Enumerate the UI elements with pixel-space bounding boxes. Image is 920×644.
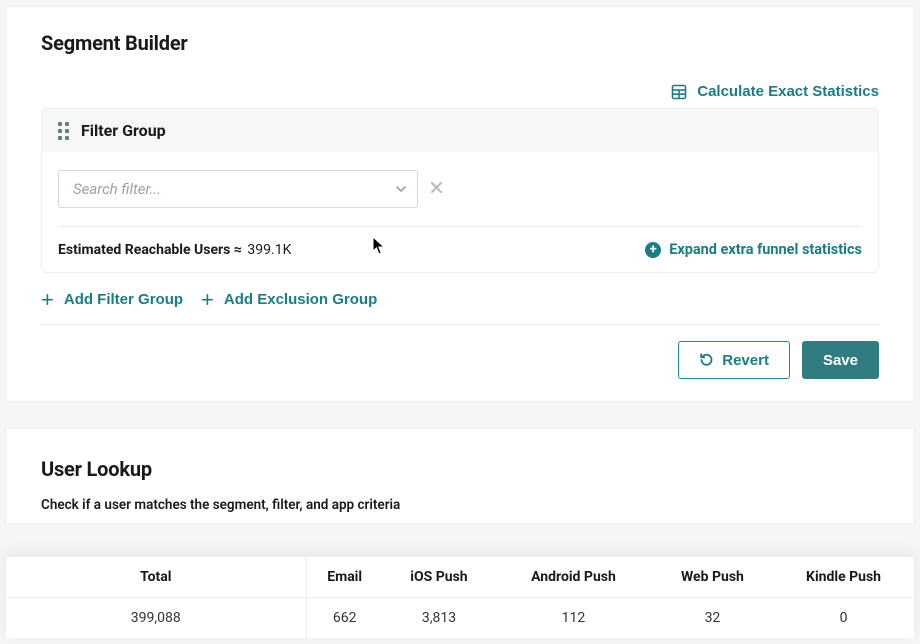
chevron-down-icon: [395, 180, 407, 199]
user-lookup-subtitle: Check if a user matches the segment, fil…: [41, 497, 879, 513]
col-total: Total: [6, 557, 306, 598]
calculator-icon: [671, 84, 687, 100]
search-filter-select[interactable]: Search filter...: [58, 170, 418, 208]
undo-icon: [699, 351, 714, 370]
col-web-push: Web Push: [652, 557, 773, 598]
val-email: 662: [306, 598, 383, 639]
revert-label: Revert: [722, 352, 769, 369]
add-row: + Add Filter Group + Add Exclusion Group: [41, 291, 879, 325]
col-android-push: Android Push: [495, 557, 652, 598]
val-kindle-push: 0: [773, 598, 914, 639]
add-filter-group-button[interactable]: + Add Filter Group: [41, 291, 183, 308]
plus-icon: +: [41, 292, 54, 307]
page-title: Segment Builder: [41, 31, 879, 55]
plus-circle-icon: +: [645, 242, 661, 258]
drag-handle-icon[interactable]: [58, 122, 69, 140]
add-exclusion-group-button[interactable]: + Add Exclusion Group: [201, 291, 377, 308]
filter-group: Filter Group Search filter... Estimated …: [41, 108, 879, 273]
calculate-stats-button[interactable]: Calculate Exact Statistics: [671, 83, 879, 100]
add-exclusion-group-label: Add Exclusion Group: [224, 291, 377, 308]
val-ios-push: 3,813: [383, 598, 495, 639]
filter-row: Search filter...: [58, 170, 862, 227]
estimated-reach: Estimated Reachable Users ≈ 399.1K: [58, 242, 291, 258]
estimated-reach-value: 399.1K: [247, 242, 291, 258]
revert-button[interactable]: Revert: [678, 341, 790, 379]
col-ios-push: iOS Push: [383, 557, 495, 598]
user-lookup-title: User Lookup: [41, 457, 879, 481]
add-filter-group-label: Add Filter Group: [64, 291, 183, 308]
action-row: Revert Save: [41, 341, 879, 379]
plus-icon: +: [201, 292, 214, 307]
expand-funnel-button[interactable]: + Expand extra funnel statistics: [645, 241, 862, 258]
col-kindle-push: Kindle Push: [773, 557, 914, 598]
col-email: Email: [306, 557, 383, 598]
search-filter-placeholder: Search filter...: [73, 180, 161, 198]
filter-group-title: Filter Group: [81, 121, 166, 140]
user-lookup-card: User Lookup Check if a user matches the …: [6, 428, 914, 524]
save-label: Save: [823, 352, 858, 369]
estimated-reach-label: Estimated Reachable Users ≈: [58, 242, 242, 258]
save-button[interactable]: Save: [802, 341, 879, 379]
segment-builder-card: Segment Builder Calculate Exact Statisti…: [6, 6, 914, 402]
filter-group-footer: Estimated Reachable Users ≈ 399.1K + Exp…: [58, 227, 862, 258]
calculate-stats-label: Calculate Exact Statistics: [697, 83, 879, 100]
channel-stats-strip: Total Email iOS Push Android Push Web Pu…: [6, 556, 914, 638]
val-total: 399,088: [6, 598, 306, 639]
val-web-push: 32: [652, 598, 773, 639]
filter-group-body: Search filter... Estimated Reachable Use…: [42, 152, 878, 272]
table-row: 399,088 662 3,813 112 32 0: [6, 598, 914, 639]
channel-stats-table: Total Email iOS Push Android Push Web Pu…: [6, 557, 914, 638]
filter-group-header: Filter Group: [42, 109, 878, 152]
expand-funnel-label: Expand extra funnel statistics: [669, 241, 862, 258]
calc-row: Calculate Exact Statistics: [41, 83, 879, 100]
table-header-row: Total Email iOS Push Android Push Web Pu…: [6, 557, 914, 598]
remove-filter-button[interactable]: [430, 180, 443, 198]
val-android-push: 112: [495, 598, 652, 639]
